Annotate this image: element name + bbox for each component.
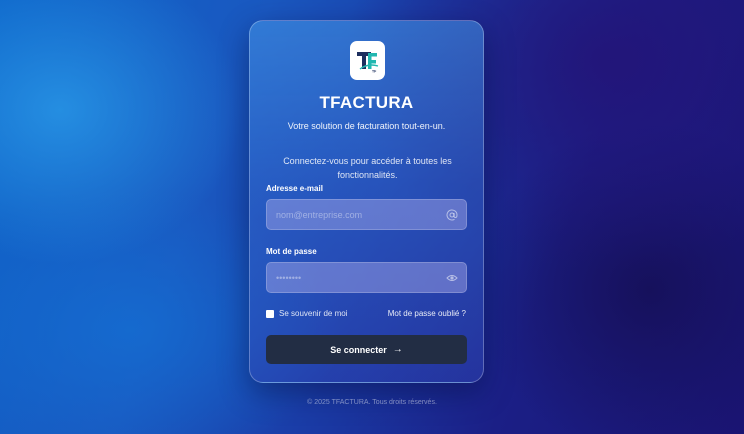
login-button-label: Se connecter [330,344,387,355]
remember-me-label[interactable]: Se souvenir de moi [279,309,347,318]
logo-text: TF [372,70,377,74]
email-field[interactable] [276,200,446,229]
email-label: Adresse e-mail [266,184,323,193]
eye-icon[interactable] [446,272,458,284]
tfactura-logo-icon: TF [357,52,379,74]
login-button[interactable]: Se connecter → [266,335,467,364]
remember-me-checkbox[interactable] [266,309,274,318]
at-sign-icon [446,209,458,221]
forgot-password-link[interactable]: Mot de passe oublié ? [388,309,466,318]
login-card: TF TFACTURA Votre solution de facturatio… [249,20,484,383]
password-label: Mot de passe [266,247,317,256]
arrow-right-icon: → [392,344,403,355]
password-field[interactable] [276,263,446,292]
password-field-wrapper [266,262,467,293]
footer-copyright: © 2025 TFACTURA. Tous droits réservés. [307,399,437,406]
brand-name: TFACTURA [319,93,414,112]
brand-logo: TF [350,41,385,80]
brand-tagline: Votre solution de facturation tout-en-un… [287,121,446,131]
remember-me: Se souvenir de moi [266,309,347,318]
email-field-wrapper [266,199,467,230]
login-intro: Connectez-vous pour accéder à toutes les… [283,156,452,180]
